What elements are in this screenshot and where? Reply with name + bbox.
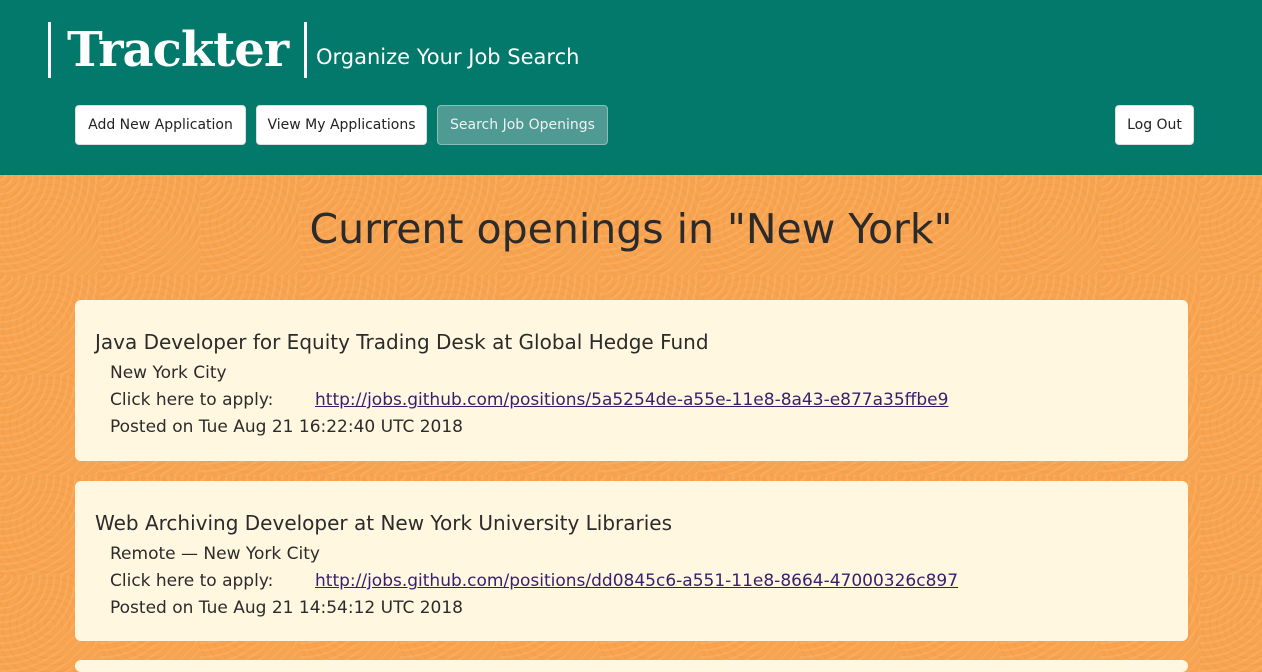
- job-posted-date: Posted on Tue Aug 21 16:22:40 UTC 2018: [110, 417, 463, 437]
- job-location: Remote — New York City: [110, 544, 320, 564]
- job-posted-date: Posted on Tue Aug 21 14:54:12 UTC 2018: [110, 598, 463, 618]
- apply-row: Click here to apply: http://jobs.github.…: [110, 568, 1168, 595]
- search-openings-button[interactable]: Search Job Openings: [437, 105, 608, 145]
- brand-logo[interactable]: Trackter: [48, 22, 308, 78]
- app-tagline: Organize Your Job Search: [316, 45, 580, 69]
- logout-button[interactable]: Log Out: [1115, 105, 1194, 145]
- apply-row: Click here to apply: http://jobs.github.…: [110, 387, 1168, 414]
- job-card: Web Archiving Developer at New York Univ…: [75, 481, 1188, 641]
- job-location: New York City: [110, 363, 227, 383]
- job-title: Web Archiving Developer at New York Univ…: [95, 511, 673, 535]
- add-application-button[interactable]: Add New Application: [75, 105, 246, 145]
- app-header: Trackter Organize Your Job Search Add Ne…: [0, 0, 1262, 175]
- job-card: Java Developer for Equity Trading Desk a…: [75, 300, 1188, 461]
- page-title: Current openings in "New York": [309, 205, 953, 253]
- apply-label: Click here to apply:: [110, 390, 274, 410]
- job-title: Java Developer for Equity Trading Desk a…: [95, 330, 709, 354]
- apply-link[interactable]: http://jobs.github.com/positions/5a5254d…: [315, 387, 948, 414]
- apply-link[interactable]: http://jobs.github.com/positions/dd0845c…: [315, 568, 958, 595]
- job-card-partial: [75, 660, 1188, 672]
- apply-label: Click here to apply:: [110, 571, 274, 591]
- app-name: Trackter: [67, 22, 289, 78]
- view-applications-button[interactable]: View My Applications: [256, 105, 427, 145]
